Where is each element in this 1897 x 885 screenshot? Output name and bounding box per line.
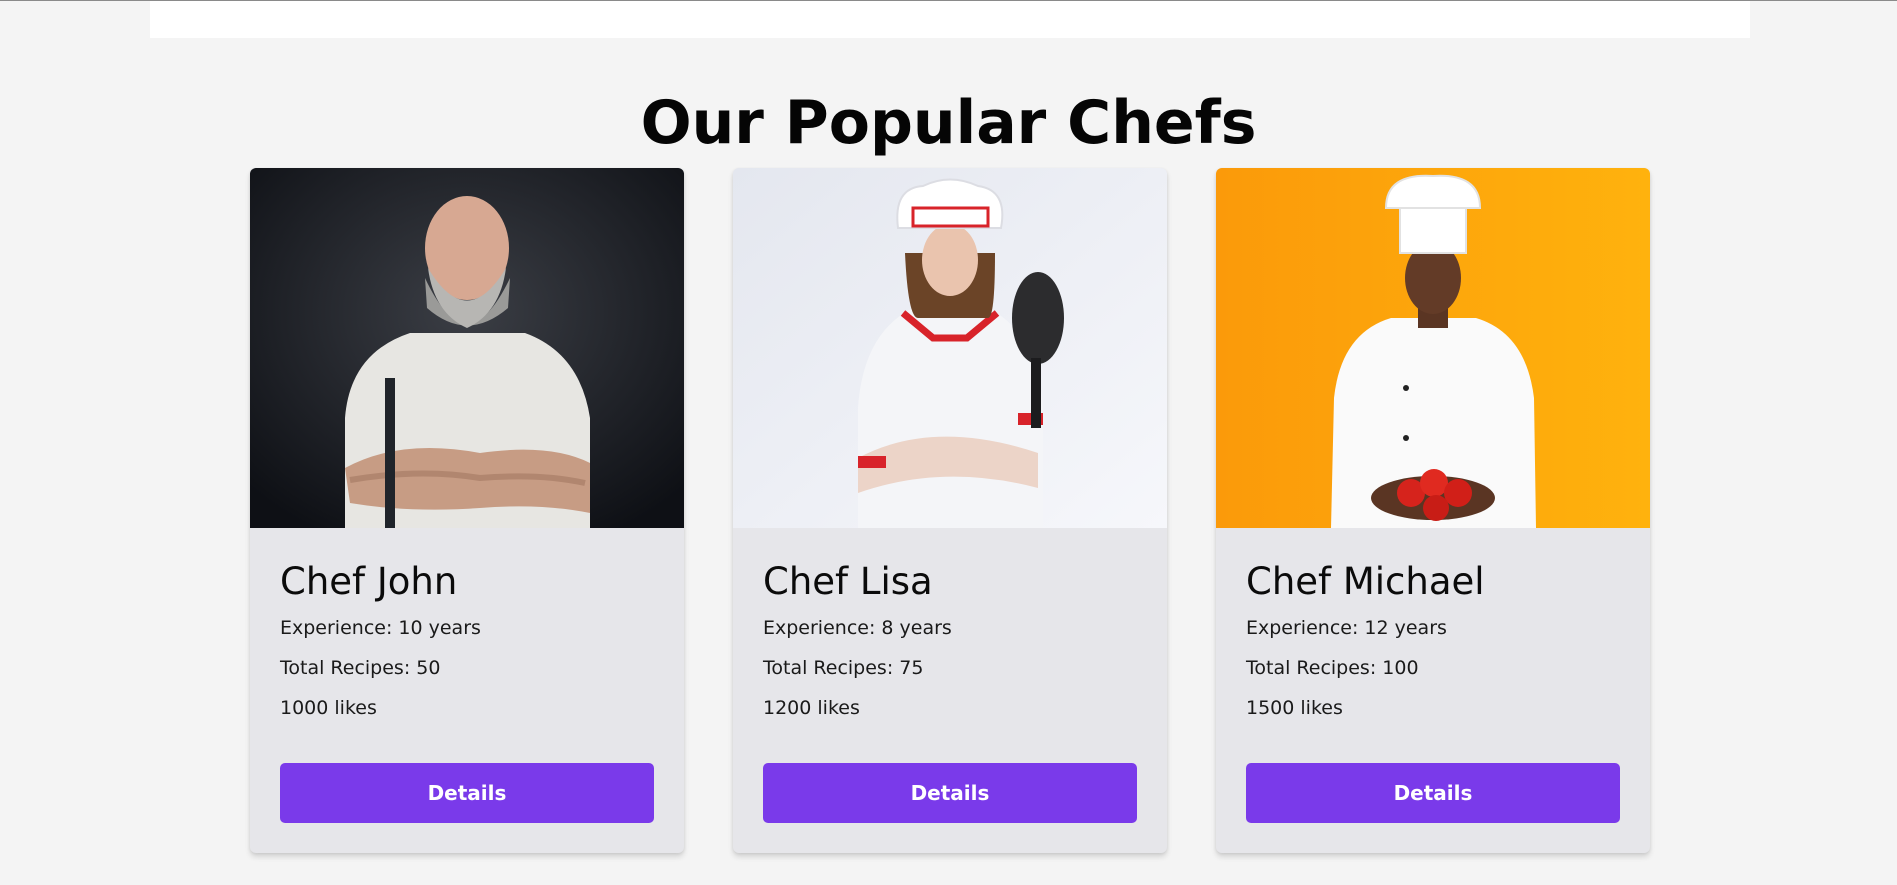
chef-john-photo xyxy=(250,168,684,528)
header-bar xyxy=(150,1,1750,38)
chef-card-michael: Chef Michael Experience: 12 years Total … xyxy=(1216,168,1650,853)
section-title: Our Popular Chefs xyxy=(640,88,1257,158)
chef-name: Chef John xyxy=(280,560,458,603)
chef-total-recipes: Total Recipes: 100 xyxy=(1246,657,1419,679)
chef-experience: Experience: 10 years xyxy=(280,617,481,639)
chef-experience: Experience: 12 years xyxy=(1246,617,1447,639)
chef-likes: 1500 likes xyxy=(1246,697,1343,719)
chef-michael-photo xyxy=(1216,168,1650,528)
chef-name: Chef Michael xyxy=(1246,560,1485,603)
chef-total-recipes: Total Recipes: 75 xyxy=(763,657,924,679)
chef-likes: 1000 likes xyxy=(280,697,377,719)
chef-experience: Experience: 8 years xyxy=(763,617,952,639)
details-button[interactable]: Details xyxy=(1246,763,1620,823)
chef-card-john: Chef John Experience: 10 years Total Rec… xyxy=(250,168,684,853)
chef-likes: 1200 likes xyxy=(763,697,860,719)
details-button[interactable]: Details xyxy=(280,763,654,823)
chef-card-lisa: Chef Lisa Experience: 8 years Total Reci… xyxy=(733,168,1167,853)
chef-name: Chef Lisa xyxy=(763,560,933,603)
details-button[interactable]: Details xyxy=(763,763,1137,823)
chef-total-recipes: Total Recipes: 50 xyxy=(280,657,441,679)
chef-lisa-photo xyxy=(733,168,1167,528)
